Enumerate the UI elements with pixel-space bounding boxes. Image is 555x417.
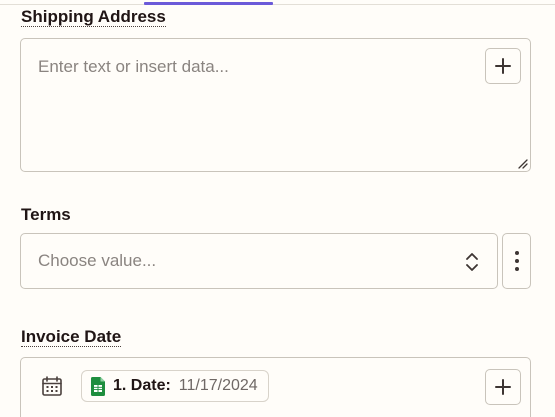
invoice-date-insert-button[interactable]: [485, 369, 521, 405]
shipping-address-insert-button[interactable]: [485, 48, 521, 84]
invoice-date-input[interactable]: 1. Date: 11/17/2024: [20, 357, 531, 417]
terms-placeholder: Choose value...: [38, 251, 157, 270]
active-tab-indicator: [144, 2, 273, 5]
google-sheets-icon: [91, 376, 105, 396]
date-pill-key: 1. Date:: [113, 377, 171, 394]
top-divider: [0, 4, 555, 5]
shipping-address-placeholder: Enter text or insert data...: [38, 57, 229, 76]
terms-label-text: Terms: [21, 205, 71, 224]
form-page: Shipping Address Enter text or insert da…: [0, 0, 555, 417]
kebab-menu-icon: [514, 251, 519, 255]
kebab-dot: [514, 267, 519, 271]
date-data-pill[interactable]: 1. Date: 11/17/2024: [81, 370, 269, 402]
invoice-date-label-text: Invoice Date: [21, 327, 122, 347]
terms-label: Terms: [21, 205, 71, 226]
kebab-dot: [514, 259, 519, 263]
date-pill-value: 11/17/2024: [178, 377, 258, 394]
shipping-address-label: Shipping Address: [21, 7, 166, 28]
chevron-up-down-icon: [466, 253, 478, 271]
terms-select[interactable]: Choose value...: [20, 233, 498, 289]
calendar-icon[interactable]: [41, 375, 63, 397]
resize-grip-icon[interactable]: [516, 157, 528, 169]
plus-icon: [495, 58, 511, 74]
shipping-address-label-text: Shipping Address: [21, 7, 166, 27]
invoice-date-label: Invoice Date: [21, 327, 122, 348]
shipping-address-input[interactable]: Enter text or insert data...: [20, 38, 531, 172]
terms-more-button[interactable]: [502, 233, 531, 289]
plus-icon: [495, 379, 511, 395]
